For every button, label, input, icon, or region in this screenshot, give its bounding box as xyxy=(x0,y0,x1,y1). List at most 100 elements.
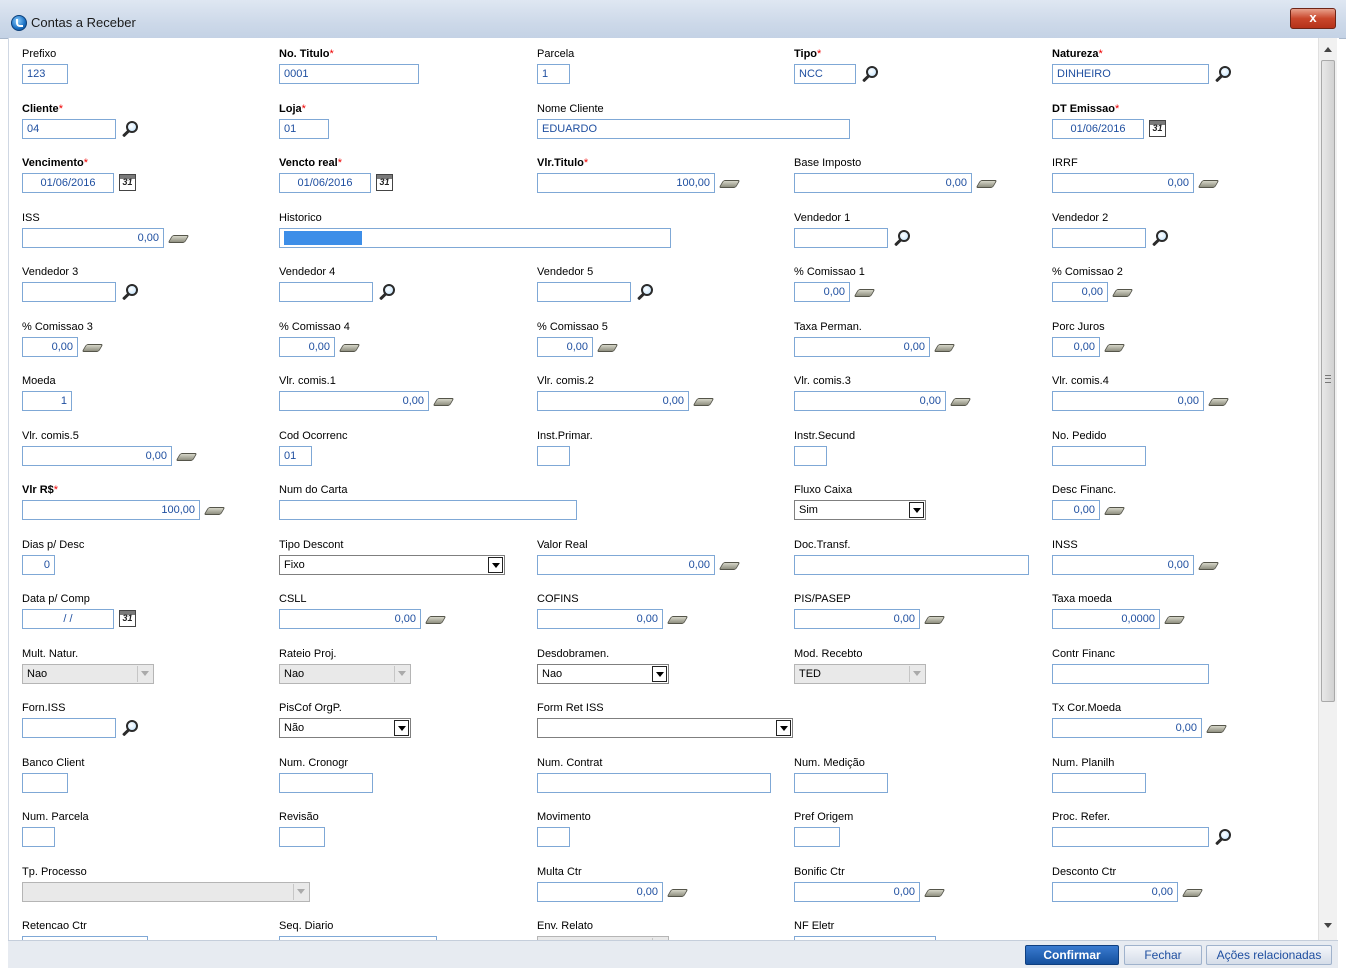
vencto-real-input[interactable]: 01/06/2016 xyxy=(279,173,371,193)
irrf-input[interactable]: 0,00 xyxy=(1052,173,1194,193)
num-cronogr-input[interactable] xyxy=(279,772,373,793)
calendar-icon[interactable]: 31 xyxy=(119,610,136,627)
pref-origem-input[interactable] xyxy=(794,827,840,847)
vendedor5-input[interactable] xyxy=(537,282,631,302)
vlr-comis1-input[interactable]: 0,00 xyxy=(279,391,429,411)
vencimento-input[interactable]: 01/06/2016 xyxy=(22,173,114,193)
calculator-icon[interactable] xyxy=(1106,505,1122,515)
calculator-icon[interactable] xyxy=(1208,723,1224,733)
vlr-comis5-input[interactable]: 0,00 xyxy=(22,445,172,466)
cofins-input[interactable]: 0,00 xyxy=(537,609,663,629)
num-medicao-input[interactable] xyxy=(794,772,888,793)
dropdown-arrow-icon[interactable] xyxy=(137,665,152,682)
calendar-icon[interactable]: 31 xyxy=(376,174,393,191)
form-ret-iss-select[interactable] xyxy=(537,718,793,738)
calculator-icon[interactable] xyxy=(178,451,194,461)
calculator-icon[interactable] xyxy=(1106,342,1122,352)
calculator-icon[interactable] xyxy=(1184,887,1200,897)
close-window-button[interactable]: x xyxy=(1290,8,1336,29)
calculator-icon[interactable] xyxy=(599,342,615,352)
historico-input[interactable] xyxy=(279,227,671,248)
related-actions-button[interactable]: Ações relacionadas xyxy=(1206,945,1332,965)
calculator-icon[interactable] xyxy=(84,342,100,352)
desconto-ctr-input[interactable]: 0,00 xyxy=(1052,881,1178,902)
comissao1-input[interactable]: 0,00 xyxy=(794,282,850,302)
calculator-icon[interactable] xyxy=(341,342,357,352)
data-comp-input[interactable]: / / xyxy=(22,609,114,629)
calculator-icon[interactable] xyxy=(1114,287,1130,297)
iss-input[interactable]: 0,00 xyxy=(22,227,164,248)
calculator-icon[interactable] xyxy=(435,396,451,406)
valor-real-input[interactable]: 0,00 xyxy=(537,554,715,575)
dropdown-arrow-icon[interactable] xyxy=(394,665,409,682)
calculator-icon[interactable] xyxy=(721,560,737,570)
num-planilh-input[interactable] xyxy=(1052,772,1146,793)
search-lookup-icon[interactable] xyxy=(861,65,879,83)
calculator-icon[interactable] xyxy=(427,614,443,624)
csll-input[interactable]: 0,00 xyxy=(279,609,421,629)
forn-iss-input[interactable] xyxy=(22,718,116,738)
calculator-icon[interactable] xyxy=(952,396,968,406)
calculator-icon[interactable] xyxy=(926,887,942,897)
dropdown-arrow-icon[interactable] xyxy=(293,883,308,900)
search-lookup-icon[interactable] xyxy=(893,229,911,247)
num-contrat-input[interactable] xyxy=(537,772,771,793)
tx-cor-moeda-input[interactable]: 0,00 xyxy=(1052,718,1202,738)
pis-pasep-input[interactable]: 0,00 xyxy=(794,609,920,629)
window-titlebar[interactable]: Contas a Receber x xyxy=(0,0,1346,39)
calculator-icon[interactable] xyxy=(978,178,994,188)
desdobramen-select[interactable]: Nao xyxy=(537,663,669,684)
calculator-icon[interactable] xyxy=(1166,614,1182,624)
base-imposto-input[interactable]: 0,00 xyxy=(794,173,972,193)
calculator-icon[interactable] xyxy=(856,287,872,297)
vertical-scrollbar[interactable] xyxy=(1318,38,1337,940)
vendedor2-input[interactable] xyxy=(1052,227,1146,248)
dt-emissao-input[interactable]: 01/06/2016 xyxy=(1052,118,1144,139)
num-parcela-input[interactable] xyxy=(22,827,55,847)
prefixo-input[interactable]: 123 xyxy=(22,64,68,84)
natureza-input[interactable]: DINHEIRO xyxy=(1052,64,1209,84)
vendedor3-input[interactable] xyxy=(22,282,116,302)
scroll-up-icon[interactable] xyxy=(1319,42,1337,58)
search-lookup-icon[interactable] xyxy=(378,283,396,301)
calculator-icon[interactable] xyxy=(926,614,942,624)
piscof-orgp-select[interactable]: Não xyxy=(279,718,411,738)
confirm-button[interactable]: Confirmar xyxy=(1025,945,1119,965)
parcela-input[interactable]: 1 xyxy=(537,64,570,84)
vlr-comis4-input[interactable]: 0,00 xyxy=(1052,391,1204,411)
cod-ocorrenc-input[interactable]: 01 xyxy=(279,445,312,466)
search-lookup-icon[interactable] xyxy=(1214,828,1232,846)
dropdown-arrow-icon[interactable] xyxy=(394,720,409,736)
calculator-icon[interactable] xyxy=(206,505,222,515)
calculator-icon[interactable] xyxy=(1210,396,1226,406)
revisao-input[interactable] xyxy=(279,827,325,847)
vendedor4-input[interactable] xyxy=(279,282,373,302)
cliente-input[interactable]: 04 xyxy=(22,118,116,139)
multa-ctr-input[interactable]: 0,00 xyxy=(537,881,663,902)
banco-client-input[interactable] xyxy=(22,772,68,793)
dropdown-arrow-icon[interactable] xyxy=(488,556,503,573)
dias-desc-input[interactable]: 0 xyxy=(22,554,55,575)
tipo-descont-select[interactable]: Fixo xyxy=(279,554,505,575)
taxa-moeda-input[interactable]: 0,0000 xyxy=(1052,609,1160,629)
porc-juros-input[interactable]: 0,00 xyxy=(1052,336,1100,357)
comissao2-input[interactable]: 0,00 xyxy=(1052,282,1108,302)
no-pedido-input[interactable] xyxy=(1052,445,1146,466)
num-carta-input[interactable] xyxy=(279,500,577,520)
search-lookup-icon[interactable] xyxy=(1214,65,1232,83)
search-lookup-icon[interactable] xyxy=(121,719,139,737)
nome-cliente-input[interactable]: EDUARDO xyxy=(537,118,850,139)
vlr-comis2-input[interactable]: 0,00 xyxy=(537,391,689,411)
calculator-icon[interactable] xyxy=(669,614,685,624)
inss-input[interactable]: 0,00 xyxy=(1052,554,1194,575)
calculator-icon[interactable] xyxy=(936,342,952,352)
tipo-input[interactable]: NCC xyxy=(794,64,856,84)
scroll-down-icon[interactable] xyxy=(1319,918,1337,934)
bonific-ctr-input[interactable]: 0,00 xyxy=(794,881,920,902)
movimento-input[interactable] xyxy=(537,827,570,847)
search-lookup-icon[interactable] xyxy=(636,283,654,301)
vlr-comis3-input[interactable]: 0,00 xyxy=(794,391,946,411)
comissao4-input[interactable]: 0,00 xyxy=(279,336,335,357)
proc-refer-input[interactable] xyxy=(1052,827,1209,847)
loja-input[interactable]: 01 xyxy=(279,118,329,139)
